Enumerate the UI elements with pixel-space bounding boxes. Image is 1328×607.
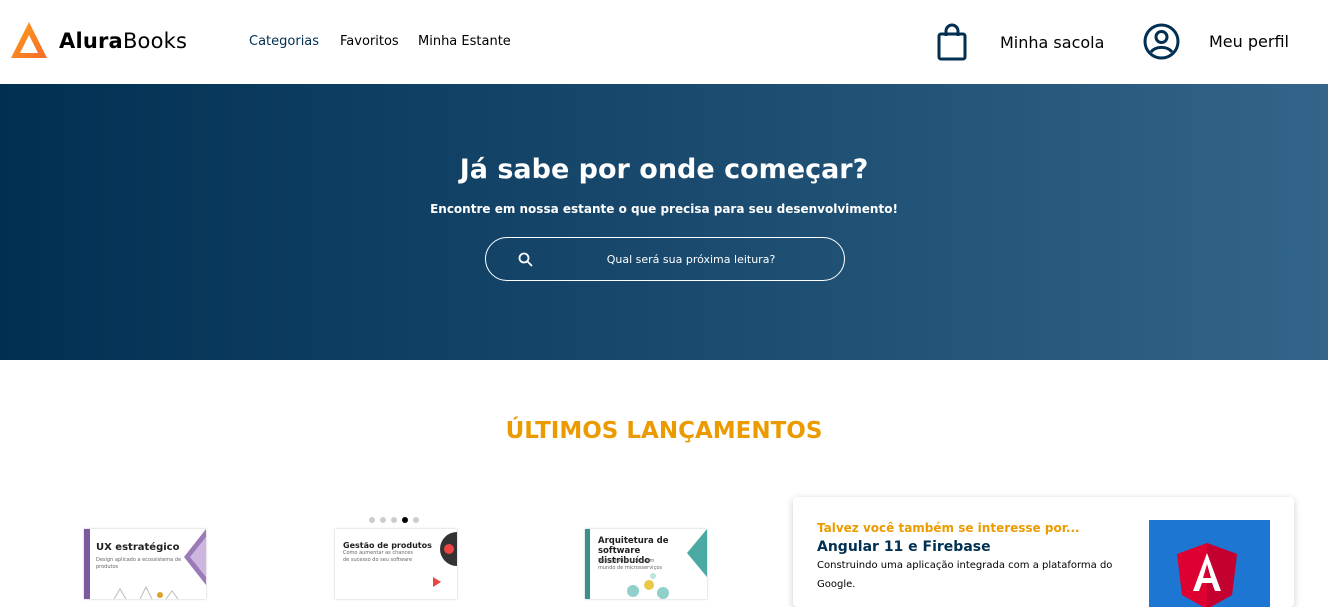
carousel-dot[interactable] xyxy=(380,517,386,523)
user-profile-icon xyxy=(1143,23,1180,60)
book-card-ux-estrategico[interactable]: UX estratégico Design aplicado a ecossis… xyxy=(84,529,206,599)
top-header: AluraBooks Categorias Favoritos Minha Es… xyxy=(0,0,1328,84)
carousel-dot[interactable] xyxy=(369,517,375,523)
search-input[interactable] xyxy=(566,248,816,270)
bag-button[interactable]: Minha sacola xyxy=(937,23,1104,61)
book-subtitle: Design aplicado a ecossistema de produto… xyxy=(96,557,182,570)
search-box[interactable] xyxy=(485,237,845,281)
book-subtitle: Como aumentar as chances de sucesso do s… xyxy=(343,550,413,563)
carousel-dot[interactable] xyxy=(391,517,397,523)
profile-label: Meu perfil xyxy=(1209,32,1289,51)
logo-icon xyxy=(11,22,47,58)
suggestion-title[interactable]: Angular 11 e Firebase xyxy=(817,539,991,555)
banner-subtitle: Encontre em nossa estante o que precisa … xyxy=(430,202,898,216)
nav-categorias[interactable]: Categorias xyxy=(249,34,319,49)
book-cover-art xyxy=(433,532,457,587)
bag-label: Minha sacola xyxy=(1000,32,1105,52)
releases-title: ÚLTIMOS LANÇAMENTOS xyxy=(505,418,823,444)
suggestion-kicker: Talvez você também se interesse por... xyxy=(817,521,1080,535)
banner-title: Já sabe por onde começar? xyxy=(459,154,869,185)
book-cover-art xyxy=(113,585,179,599)
carousel-dot-active[interactable] xyxy=(402,517,408,523)
book-card-arquitetura[interactable]: Arquitetura de software distribuído Boas… xyxy=(585,529,707,599)
nav-minha-estante[interactable]: Minha Estante xyxy=(418,34,511,49)
book-cover-art xyxy=(627,573,669,599)
carousel-dot[interactable] xyxy=(413,517,419,523)
book-card-gestao-de-produtos[interactable]: Gestão de produtos Como aumentar as chan… xyxy=(335,529,457,599)
book-title: UX estratégico xyxy=(96,542,180,553)
book-cover-art xyxy=(687,529,707,577)
profile-button[interactable]: Meu perfil xyxy=(1143,23,1289,60)
book-cover-art xyxy=(184,529,206,585)
suggestion-book-cover[interactable] xyxy=(1149,520,1270,607)
angular-logo-icon xyxy=(1177,543,1237,607)
shopping-bag-icon xyxy=(937,23,967,61)
book-subtitle: Boas práticas para um mundo de microsser… xyxy=(598,558,662,571)
suggestion-description: Construindo uma aplicação integrada com … xyxy=(817,560,1113,590)
search-icon xyxy=(518,252,533,267)
alurabooks-logo[interactable]: AluraBooks xyxy=(11,22,187,60)
brand-name: AluraBooks xyxy=(59,29,188,53)
carousel-dots xyxy=(369,517,419,523)
suggestion-card[interactable]: Talvez você também se interesse por... A… xyxy=(793,497,1294,607)
nav-favoritos[interactable]: Favoritos xyxy=(340,34,399,49)
search-banner: Já sabe por onde começar? Encontre em no… xyxy=(0,84,1328,360)
book-title: Gestão de produtos xyxy=(343,541,432,550)
